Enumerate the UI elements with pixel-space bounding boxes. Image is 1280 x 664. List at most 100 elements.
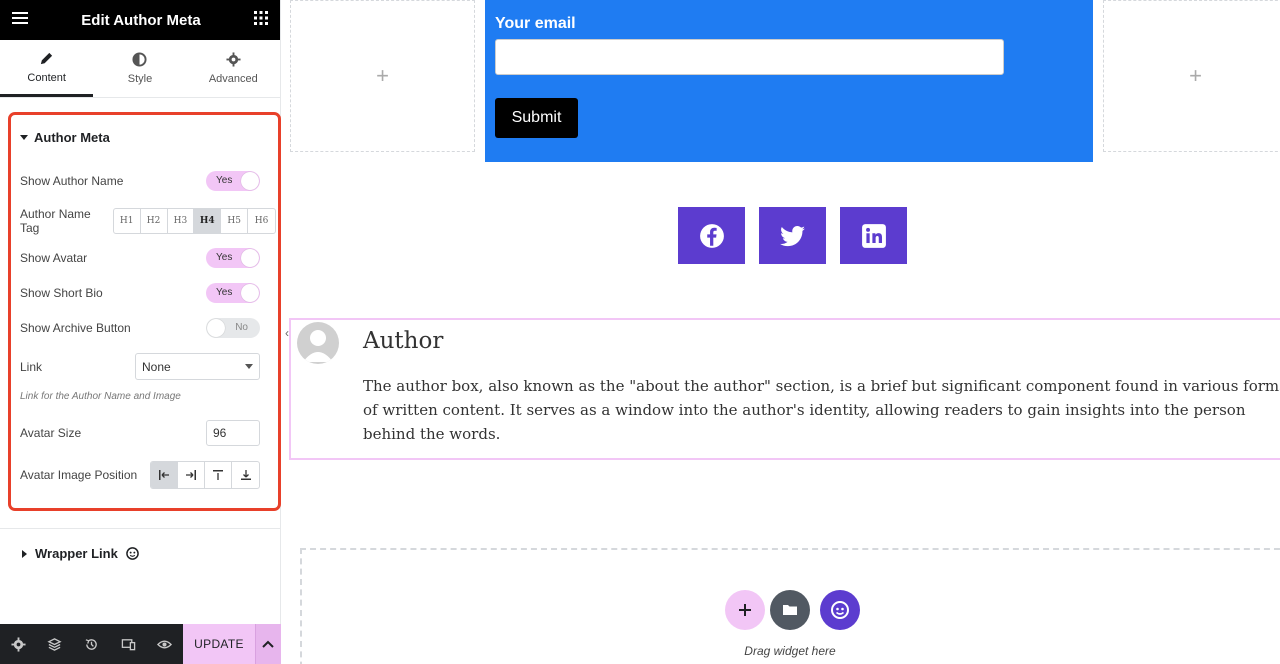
tab-style[interactable]: Style xyxy=(93,40,186,97)
toggle-text: Yes xyxy=(216,287,233,298)
show-avatar-label: Show Avatar xyxy=(20,251,88,265)
toggle-knob xyxy=(241,249,259,267)
add-section-button[interactable] xyxy=(725,590,765,630)
tag-h5-option[interactable]: H5 xyxy=(221,209,249,233)
panel-title: Edit Author Meta xyxy=(81,11,201,29)
tag-h1-option[interactable]: H1 xyxy=(114,209,141,233)
empty-column-left[interactable]: + xyxy=(290,0,475,152)
show-author-name-toggle[interactable]: Yes xyxy=(206,171,260,191)
tag-h2-option[interactable]: H2 xyxy=(141,209,168,233)
chevron-up-icon[interactable] xyxy=(254,624,281,664)
newsletter-form: Your email Submit xyxy=(485,0,1093,162)
author-bio: The author box, also known as the "about… xyxy=(363,377,1280,443)
link-select[interactable]: None xyxy=(135,353,260,380)
align-bottom-icon[interactable] xyxy=(232,462,259,488)
toggle-text: Yes xyxy=(216,175,233,186)
control-show-short-bio: Show Short Bio Yes xyxy=(20,283,260,303)
pencil-icon xyxy=(41,52,53,64)
email-label: Your email xyxy=(495,15,576,32)
tag-h3-option[interactable]: H3 xyxy=(168,209,195,233)
folder-icon xyxy=(783,605,797,615)
addon-library-button[interactable] xyxy=(820,590,860,630)
toggle-knob xyxy=(241,172,259,190)
addon-logo-icon xyxy=(126,547,139,560)
plus-icon xyxy=(739,604,751,616)
link-help-text: Link for the Author Name and Image xyxy=(20,391,181,402)
panel-footer: UPDATE xyxy=(0,624,281,664)
tab-style-label: Style xyxy=(127,73,153,85)
show-author-name-label: Show Author Name xyxy=(20,174,124,188)
avatar-image-position-label: Avatar Image Position xyxy=(20,468,138,482)
toggle-knob xyxy=(241,284,259,302)
toggle-knob xyxy=(207,319,225,337)
section-divider xyxy=(0,528,281,529)
avatar-size-label: Avatar Size xyxy=(20,426,82,440)
drop-zone-hint: Drag widget here xyxy=(744,644,836,658)
tag-h4-option[interactable]: H4 xyxy=(194,209,222,233)
add-template-button[interactable] xyxy=(770,590,810,630)
half-circle-icon xyxy=(132,52,148,67)
share-twitter-button[interactable] xyxy=(759,207,826,264)
control-show-avatar: Show Avatar Yes xyxy=(20,248,260,268)
avatar-position-choices xyxy=(150,461,260,489)
section-wrapper-link-header[interactable]: Wrapper Link xyxy=(22,546,139,561)
author-name-tag-label: Author Name Tag xyxy=(20,207,91,235)
tab-content-label: Content xyxy=(27,71,66,84)
control-author-name-tag: Author Name Tag H1 H2 H3 H4 H5 H6 xyxy=(20,207,276,235)
twitter-icon xyxy=(779,225,805,246)
hamburger-menu-icon[interactable] xyxy=(12,11,28,30)
control-avatar-image-position: Avatar Image Position xyxy=(20,461,260,489)
show-avatar-toggle[interactable]: Yes xyxy=(206,248,260,268)
layers-icon[interactable] xyxy=(37,624,74,664)
panel-header: Edit Author Meta xyxy=(0,0,280,40)
show-archive-button-label: Show Archive Button xyxy=(20,321,131,335)
facebook-icon xyxy=(699,223,724,248)
align-right-icon[interactable] xyxy=(178,462,205,488)
section-author-meta-header[interactable]: Author Meta xyxy=(20,130,110,145)
share-facebook-button[interactable] xyxy=(678,207,745,264)
update-button[interactable]: UPDATE xyxy=(182,624,255,664)
responsive-icon[interactable] xyxy=(110,624,147,664)
widgets-grid-icon[interactable] xyxy=(254,10,268,30)
toggle-text: No xyxy=(235,322,248,333)
tag-h6-option[interactable]: H6 xyxy=(248,209,275,233)
tab-advanced-label: Advanced xyxy=(208,73,258,85)
gear-icon xyxy=(226,52,241,67)
dropdown-arrow-icon xyxy=(245,364,253,369)
show-short-bio-toggle[interactable]: Yes xyxy=(206,283,260,303)
author-name: Author xyxy=(363,328,444,354)
author-box-widget[interactable]: Author The author box, also known as the… xyxy=(289,318,1280,460)
section-title: Author Meta xyxy=(34,130,110,145)
show-short-bio-label: Show Short Bio xyxy=(20,286,103,300)
history-icon[interactable] xyxy=(73,624,110,664)
control-show-archive-button: Show Archive Button No xyxy=(20,318,260,338)
author-name-tag-choices: H1 H2 H3 H4 H5 H6 xyxy=(112,208,276,234)
avatar-size-input[interactable]: 96 xyxy=(206,420,260,446)
editor-app: Edit Author Meta Content Style Advanced … xyxy=(0,0,1280,664)
empty-column-right[interactable]: + xyxy=(1103,0,1280,152)
align-top-icon[interactable] xyxy=(205,462,232,488)
link-label: Link xyxy=(20,359,43,374)
align-left-icon[interactable] xyxy=(151,462,178,488)
caret-down-icon xyxy=(20,135,28,140)
control-avatar-size: Avatar Size 96 xyxy=(20,420,260,446)
tab-content[interactable]: Content xyxy=(0,40,94,97)
preview-eye-icon[interactable] xyxy=(146,624,183,664)
tab-advanced[interactable]: Advanced xyxy=(187,40,280,97)
linkedin-icon xyxy=(861,223,886,248)
wrapper-link-title: Wrapper Link xyxy=(35,546,118,561)
settings-gear-icon[interactable] xyxy=(0,624,37,664)
link-select-value: None xyxy=(142,359,171,374)
share-linkedin-button[interactable] xyxy=(840,207,907,264)
panel-tabs: Content Style Advanced xyxy=(0,40,280,98)
control-show-author-name: Show Author Name Yes xyxy=(20,171,260,191)
toggle-text: Yes xyxy=(216,252,233,263)
submit-button[interactable]: Submit xyxy=(495,98,578,138)
show-archive-button-toggle[interactable]: No xyxy=(206,318,260,338)
editor-panel: Edit Author Meta Content Style Advanced … xyxy=(0,0,281,664)
control-link: Link None xyxy=(20,353,260,380)
author-avatar xyxy=(297,322,339,364)
plus-icon: + xyxy=(376,63,389,88)
plus-icon: + xyxy=(1189,63,1202,88)
email-field[interactable] xyxy=(495,39,1004,75)
